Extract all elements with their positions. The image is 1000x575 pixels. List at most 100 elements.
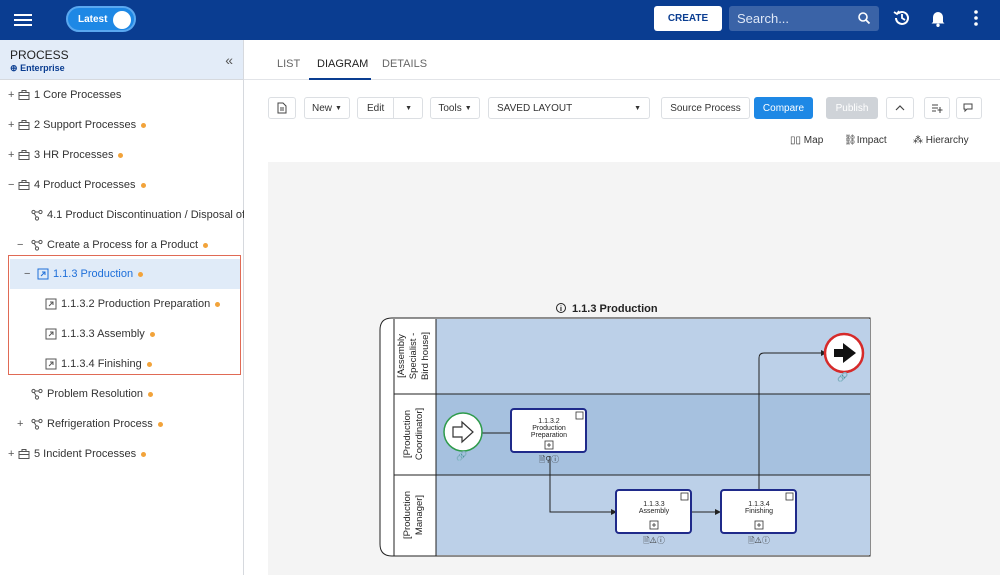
- lane-label-line3: Bird house]: [420, 332, 431, 380]
- task-attribute-icons: 🗎⚠ⓘ: [748, 536, 770, 545]
- task-label-line1: Production: [532, 425, 566, 432]
- task-id: 1.1.3.4: [748, 501, 770, 508]
- tools-menu-button[interactable]: Tools ▼: [430, 97, 480, 119]
- tab-diagram[interactable]: DIAGRAM: [317, 58, 368, 70]
- tree-item-finishing[interactable]: 1.1.3.4 Finishing: [45, 354, 152, 374]
- create-button[interactable]: CREATE: [654, 6, 722, 31]
- export-document-button[interactable]: [268, 97, 296, 119]
- search-input[interactable]: Search...: [729, 6, 879, 31]
- subprocess-link-icon: [45, 358, 57, 370]
- lane-label-line2: Manager]: [414, 495, 425, 535]
- tools-label: Tools: [438, 102, 462, 114]
- map-view-link[interactable]: ▯▯ Map: [790, 135, 823, 146]
- latest-toggle[interactable]: Latest: [66, 6, 136, 32]
- panel-subtitle: Enterprise: [20, 63, 65, 73]
- tree-item-production-preparation[interactable]: 1.1.3.2 Production Preparation: [45, 294, 221, 314]
- main-panel: LIST DIAGRAM DETAILS New ▼ Edit ▼ Tools ▼ S…: [244, 40, 1000, 575]
- diagram-title: 1.1.3 Production: [572, 303, 658, 315]
- tree-item-label: 4.1 Product Discontinuation / Disposal o…: [47, 209, 246, 221]
- more-vertical-icon[interactable]: [966, 8, 986, 28]
- toggle-knob: [113, 11, 131, 29]
- top-bar: Latest CREATE Search...: [0, 0, 1000, 40]
- search-icon[interactable]: [857, 11, 871, 25]
- tree-item-problem-resolution[interactable]: Problem Resolution: [31, 384, 153, 404]
- diagram-canvas[interactable]: i 1.1.3 Production [Assembly Specialist …: [268, 162, 1000, 575]
- process-flow-icon: [31, 239, 43, 251]
- edit-label: Edit: [367, 102, 385, 114]
- collapse-icon[interactable]: −: [17, 239, 31, 251]
- expand-icon[interactable]: +: [17, 418, 31, 430]
- search-placeholder: Search...: [737, 11, 790, 26]
- menu-icon[interactable]: [14, 11, 32, 29]
- status-dot: [138, 271, 144, 277]
- task-label-line2: Preparation: [531, 432, 567, 439]
- tree-item-label: 1 Core Processes: [34, 89, 122, 101]
- collapse-panel-icon[interactable]: «: [225, 52, 233, 68]
- status-dot: [141, 451, 147, 457]
- process-flow-icon: [31, 209, 43, 221]
- globe-icon: ⊕: [10, 63, 18, 73]
- comment-icon: [963, 103, 973, 113]
- tree-item-production[interactable]: − 1.1.3 Production: [24, 264, 144, 284]
- chevron-up-icon: [895, 105, 905, 111]
- tree-item-refrigeration-process[interactable]: + Refrigeration Process: [17, 414, 163, 434]
- history-icon[interactable]: [892, 8, 912, 28]
- tree-item-label: 2 Support Processes: [34, 119, 137, 131]
- source-process-button[interactable]: Source Process: [661, 97, 750, 119]
- tree-item-label: Refrigeration Process: [47, 418, 153, 430]
- lane-label-line2: Specialist -: [408, 333, 419, 379]
- tree-item-product-discontinuation[interactable]: 4.1 Product Discontinuation / Disposal o…: [31, 205, 245, 225]
- status-dot: [146, 361, 152, 367]
- publish-button[interactable]: Publish: [826, 97, 878, 119]
- tree-item-hr-processes[interactable]: + 3 HR Processes: [8, 145, 124, 165]
- add-list-button[interactable]: [924, 97, 950, 119]
- active-tab-underline: [309, 78, 371, 80]
- expand-icon[interactable]: +: [8, 448, 18, 460]
- tab-details[interactable]: DETAILS: [382, 58, 427, 70]
- status-dot: [140, 182, 146, 188]
- layout-label: SAVED LAYOUT: [497, 102, 573, 114]
- lane-assembly-specialist[interactable]: [436, 319, 870, 394]
- compare-button[interactable]: Compare: [754, 97, 813, 119]
- impact-view-link[interactable]: ⛓Impact: [844, 135, 887, 146]
- edit-menu-button[interactable]: Edit ▼: [357, 97, 423, 119]
- hierarchy-view-link[interactable]: ⁂ Hierarchy: [913, 135, 969, 146]
- bell-icon[interactable]: [928, 8, 948, 28]
- lane-production-coordinator[interactable]: [436, 394, 870, 475]
- status-dot: [149, 331, 155, 337]
- collapse-icon[interactable]: −: [24, 268, 37, 280]
- collapse-toolbar-button[interactable]: [886, 97, 914, 119]
- tree-item-product-processes[interactable]: − 4 Product Processes: [8, 175, 146, 195]
- new-label: New: [312, 102, 333, 114]
- comments-button[interactable]: [956, 97, 982, 119]
- lane-label-line1: [Production: [402, 491, 413, 539]
- caret-down-icon: ▼: [634, 104, 641, 112]
- tree-item-label: Create a Process for a Product: [47, 239, 199, 251]
- link-icon[interactable]: 🔗: [456, 450, 467, 462]
- link-icon[interactable]: 🔗: [837, 371, 848, 383]
- tree-item-label: 3 HR Processes: [34, 149, 114, 161]
- tab-list[interactable]: LIST: [277, 58, 300, 70]
- tree-item-label: 1.1.3 Production: [53, 268, 134, 280]
- tree-item-assembly[interactable]: 1.1.3.3 Assembly: [45, 324, 155, 344]
- tree-item-support-processes[interactable]: + 2 Support Processes: [8, 115, 147, 135]
- tree-item-core-processes[interactable]: + 1 Core Processes: [8, 85, 121, 105]
- status-dot: [203, 242, 209, 248]
- latest-toggle-label: Latest: [78, 13, 108, 25]
- map-label: Map: [803, 135, 824, 146]
- collapse-icon[interactable]: −: [8, 179, 18, 191]
- hierarchy-label: Hierarchy: [925, 135, 969, 146]
- expand-icon[interactable]: +: [8, 119, 18, 131]
- new-menu-button[interactable]: New ▼: [304, 97, 350, 119]
- status-dot: [157, 421, 163, 427]
- caret-down-icon: ▼: [464, 104, 472, 112]
- tree-item-incident-processes[interactable]: + 5 Incident Processes: [8, 444, 147, 464]
- saved-layout-select[interactable]: SAVED LAYOUT ▼: [488, 97, 650, 119]
- bpmn-diagram[interactable]: i 1.1.3 Production [Assembly Specialist …: [268, 162, 1000, 575]
- task-id: 1.1.3.2: [538, 418, 560, 425]
- expand-icon[interactable]: +: [8, 89, 18, 101]
- impact-icon: ⛓: [844, 135, 857, 146]
- expand-icon[interactable]: +: [8, 149, 18, 161]
- tree-item-label: 5 Incident Processes: [34, 448, 137, 460]
- tree-item-create-process[interactable]: − Create a Process for a Product: [17, 235, 209, 255]
